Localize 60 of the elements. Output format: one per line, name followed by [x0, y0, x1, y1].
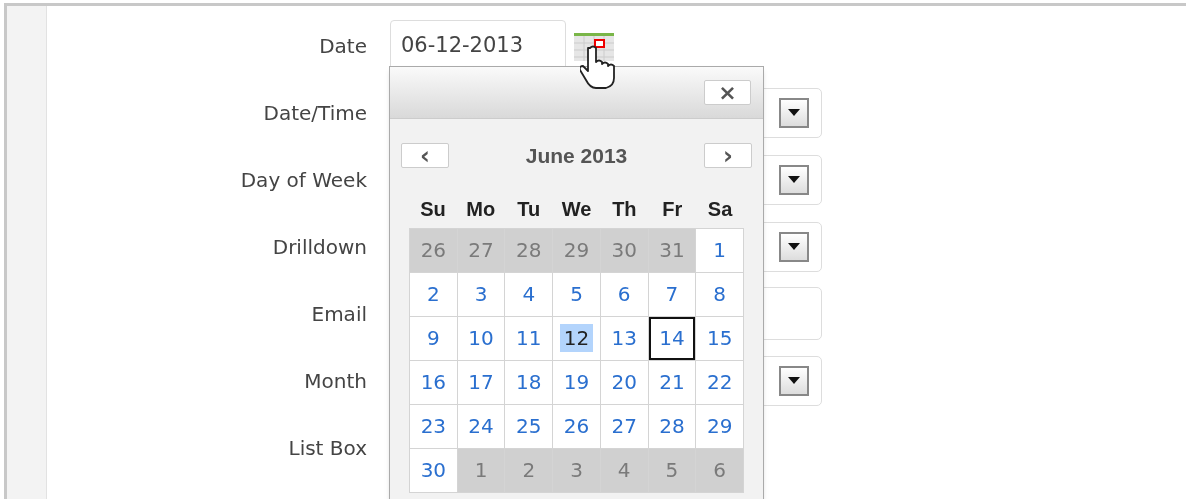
day-cell: 4 [600, 448, 648, 492]
day-cell[interactable]: 24 [457, 404, 505, 448]
day-cell[interactable]: 9 [410, 316, 457, 360]
day-cell[interactable]: 4 [505, 272, 553, 316]
day-cell[interactable]: 23 [410, 404, 457, 448]
field-label: Date/Time [262, 99, 367, 127]
day-cell[interactable]: 29 [696, 404, 743, 448]
weekday-header: Su [419, 196, 447, 222]
day-cell: 1 [457, 448, 505, 492]
day-cell: 2 [505, 448, 553, 492]
day-cell[interactable]: 30 [410, 448, 457, 492]
month-title: June 2013 [525, 143, 628, 169]
day-cell[interactable]: 17 [457, 360, 505, 404]
day-cell[interactable]: 26 [553, 404, 600, 448]
weekday-header: We [560, 196, 593, 222]
day-cell: 26 [410, 228, 457, 272]
day-cell[interactable]: 15 [696, 316, 743, 360]
day-cell[interactable]: 14 [648, 316, 696, 360]
day-cell: 27 [457, 228, 505, 272]
previous-month-button[interactable]: ‹ [401, 143, 449, 169]
field-label: Day of Week [239, 166, 367, 194]
weekday-header: Mo [465, 196, 497, 222]
day-cell: 5 [648, 448, 696, 492]
day-cell[interactable]: 2 [410, 272, 457, 316]
field-label: Drilldown [271, 233, 367, 261]
next-month-button[interactable]: › [704, 143, 752, 169]
day-cell[interactable]: 19 [553, 360, 600, 404]
day-cell[interactable]: 27 [600, 404, 648, 448]
field-label: Date [318, 32, 367, 60]
day-cell[interactable]: 16 [410, 360, 457, 404]
day-cell[interactable]: 28 [648, 404, 696, 448]
day-cell[interactable]: 1 [696, 228, 743, 272]
weekday-header: Th [611, 196, 638, 222]
field-label: List Box [287, 434, 367, 462]
weekday-header: Tu [516, 196, 542, 222]
day-cell[interactable]: 10 [457, 316, 505, 360]
day-cell[interactable]: 25 [505, 404, 553, 448]
field-label: Email [310, 300, 367, 328]
weekday-header: Sa [706, 196, 734, 222]
day-cell: 29 [553, 228, 600, 272]
day-cell[interactable]: 5 [553, 272, 600, 316]
day-cell[interactable]: 21 [648, 360, 696, 404]
close-button[interactable]: × [704, 80, 751, 105]
day-cell[interactable]: 20 [600, 360, 648, 404]
day-cell[interactable]: 3 [457, 272, 505, 316]
day-cell: 6 [696, 448, 743, 492]
weekday-header: Fr [661, 196, 684, 222]
day-cell[interactable]: 8 [696, 272, 743, 316]
day-cell[interactable]: 11 [505, 316, 553, 360]
day-cell: 28 [505, 228, 553, 272]
day-cell[interactable]: 7 [648, 272, 696, 316]
day-cell[interactable]: 22 [696, 360, 743, 404]
day-cell[interactable]: 6 [600, 272, 648, 316]
day-cell[interactable]: 18 [505, 360, 553, 404]
day-cell: 31 [648, 228, 696, 272]
day-cell: 3 [553, 448, 600, 492]
field-label: Month [303, 367, 367, 395]
day-cell: 30 [600, 228, 648, 272]
day-cell[interactable]: 12 [553, 316, 600, 360]
day-cell[interactable]: 13 [600, 316, 648, 360]
